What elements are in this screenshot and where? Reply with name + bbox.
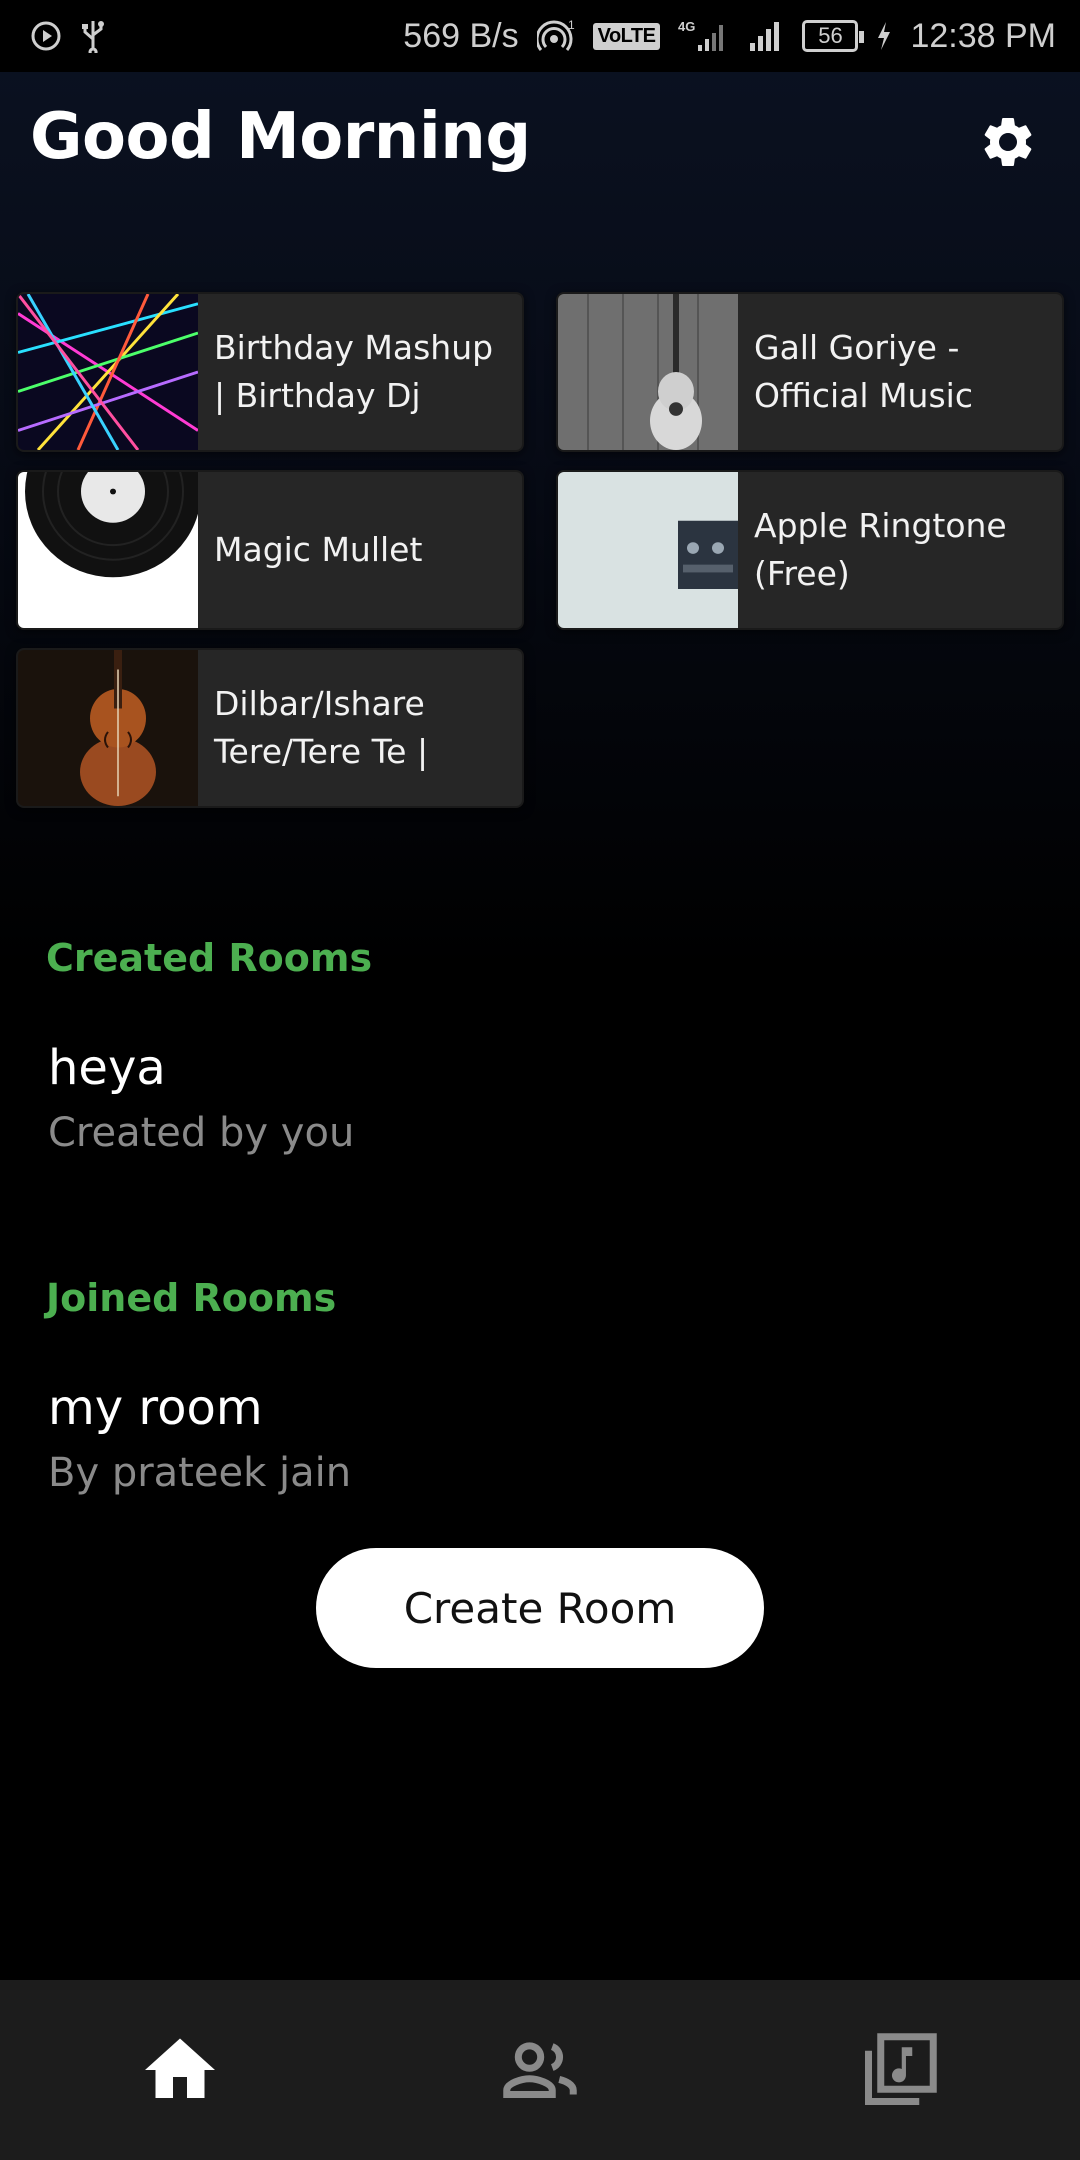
song-card-magic-mullet[interactable]: Magic Mullet [16,470,524,630]
room-subtitle: By prateek jain [48,1450,352,1496]
song-thumbnail [18,294,198,450]
song-card-apple-ringtone[interactable]: Apple Ringtone (Free) [556,470,1064,630]
network-speed: 569 B/s [403,16,519,55]
song-card-birthday-mashup[interactable]: Birthday Mashup | Birthday Dj [16,292,524,452]
room-subtitle: Created by you [48,1110,355,1156]
nav-people[interactable] [465,2010,615,2130]
room-name: heya [48,1040,166,1096]
home-screen: 569 B/s 1 VoLTE 4G 56 12:38 PM Good Morn… [0,0,1080,2160]
song-card-dilbar[interactable]: Dilbar/Ishare Tere/Tere Te | [16,648,524,808]
charging-icon [876,20,892,52]
play-icon [30,20,62,52]
create-room-button[interactable]: Create Room [316,1548,764,1668]
song-thumbnail [558,294,738,450]
nav-music-library[interactable] [825,2010,975,2130]
music-library-icon [865,2033,937,2105]
hotspot-icon: 1 [536,19,575,53]
clock: 12:38 PM [910,16,1056,55]
song-thumbnail [558,472,738,628]
nav-home[interactable] [105,2010,255,2130]
song-title: Apple Ringtone (Free) [754,506,1007,593]
song-title: Magic Mullet [214,530,423,569]
song-title: Dilbar/Ishare Tere/Tere Te | [214,684,429,771]
greeting-title: Good Morning [30,100,531,174]
song-thumbnail [18,472,198,628]
bottom-navigation [0,1980,1080,2160]
status-bar: 569 B/s 1 VoLTE 4G 56 12:38 PM [0,0,1080,72]
song-title: Gall Goriye - Official Music [754,328,973,415]
signal-icon: 4G [678,19,730,53]
settings-button[interactable] [976,110,1040,174]
gear-icon [984,117,1032,166]
people-icon [503,2042,577,2098]
volte-badge: VoLTE [592,22,661,50]
joined-rooms-heading: Joined Rooms [46,1276,337,1320]
signal-icon-2 [748,19,784,53]
home-icon [145,2038,215,2098]
created-rooms-heading: Created Rooms [46,936,373,980]
svg-text:1: 1 [568,19,575,32]
song-thumbnail [18,650,198,806]
battery-indicator: 56 [802,20,865,52]
song-title: Birthday Mashup | Birthday Dj [214,328,494,415]
song-card-gall-goriye[interactable]: Gall Goriye - Official Music [556,292,1064,452]
network-type-label: 4G [678,19,695,34]
usb-icon [80,19,106,53]
room-name: my room [48,1380,263,1436]
